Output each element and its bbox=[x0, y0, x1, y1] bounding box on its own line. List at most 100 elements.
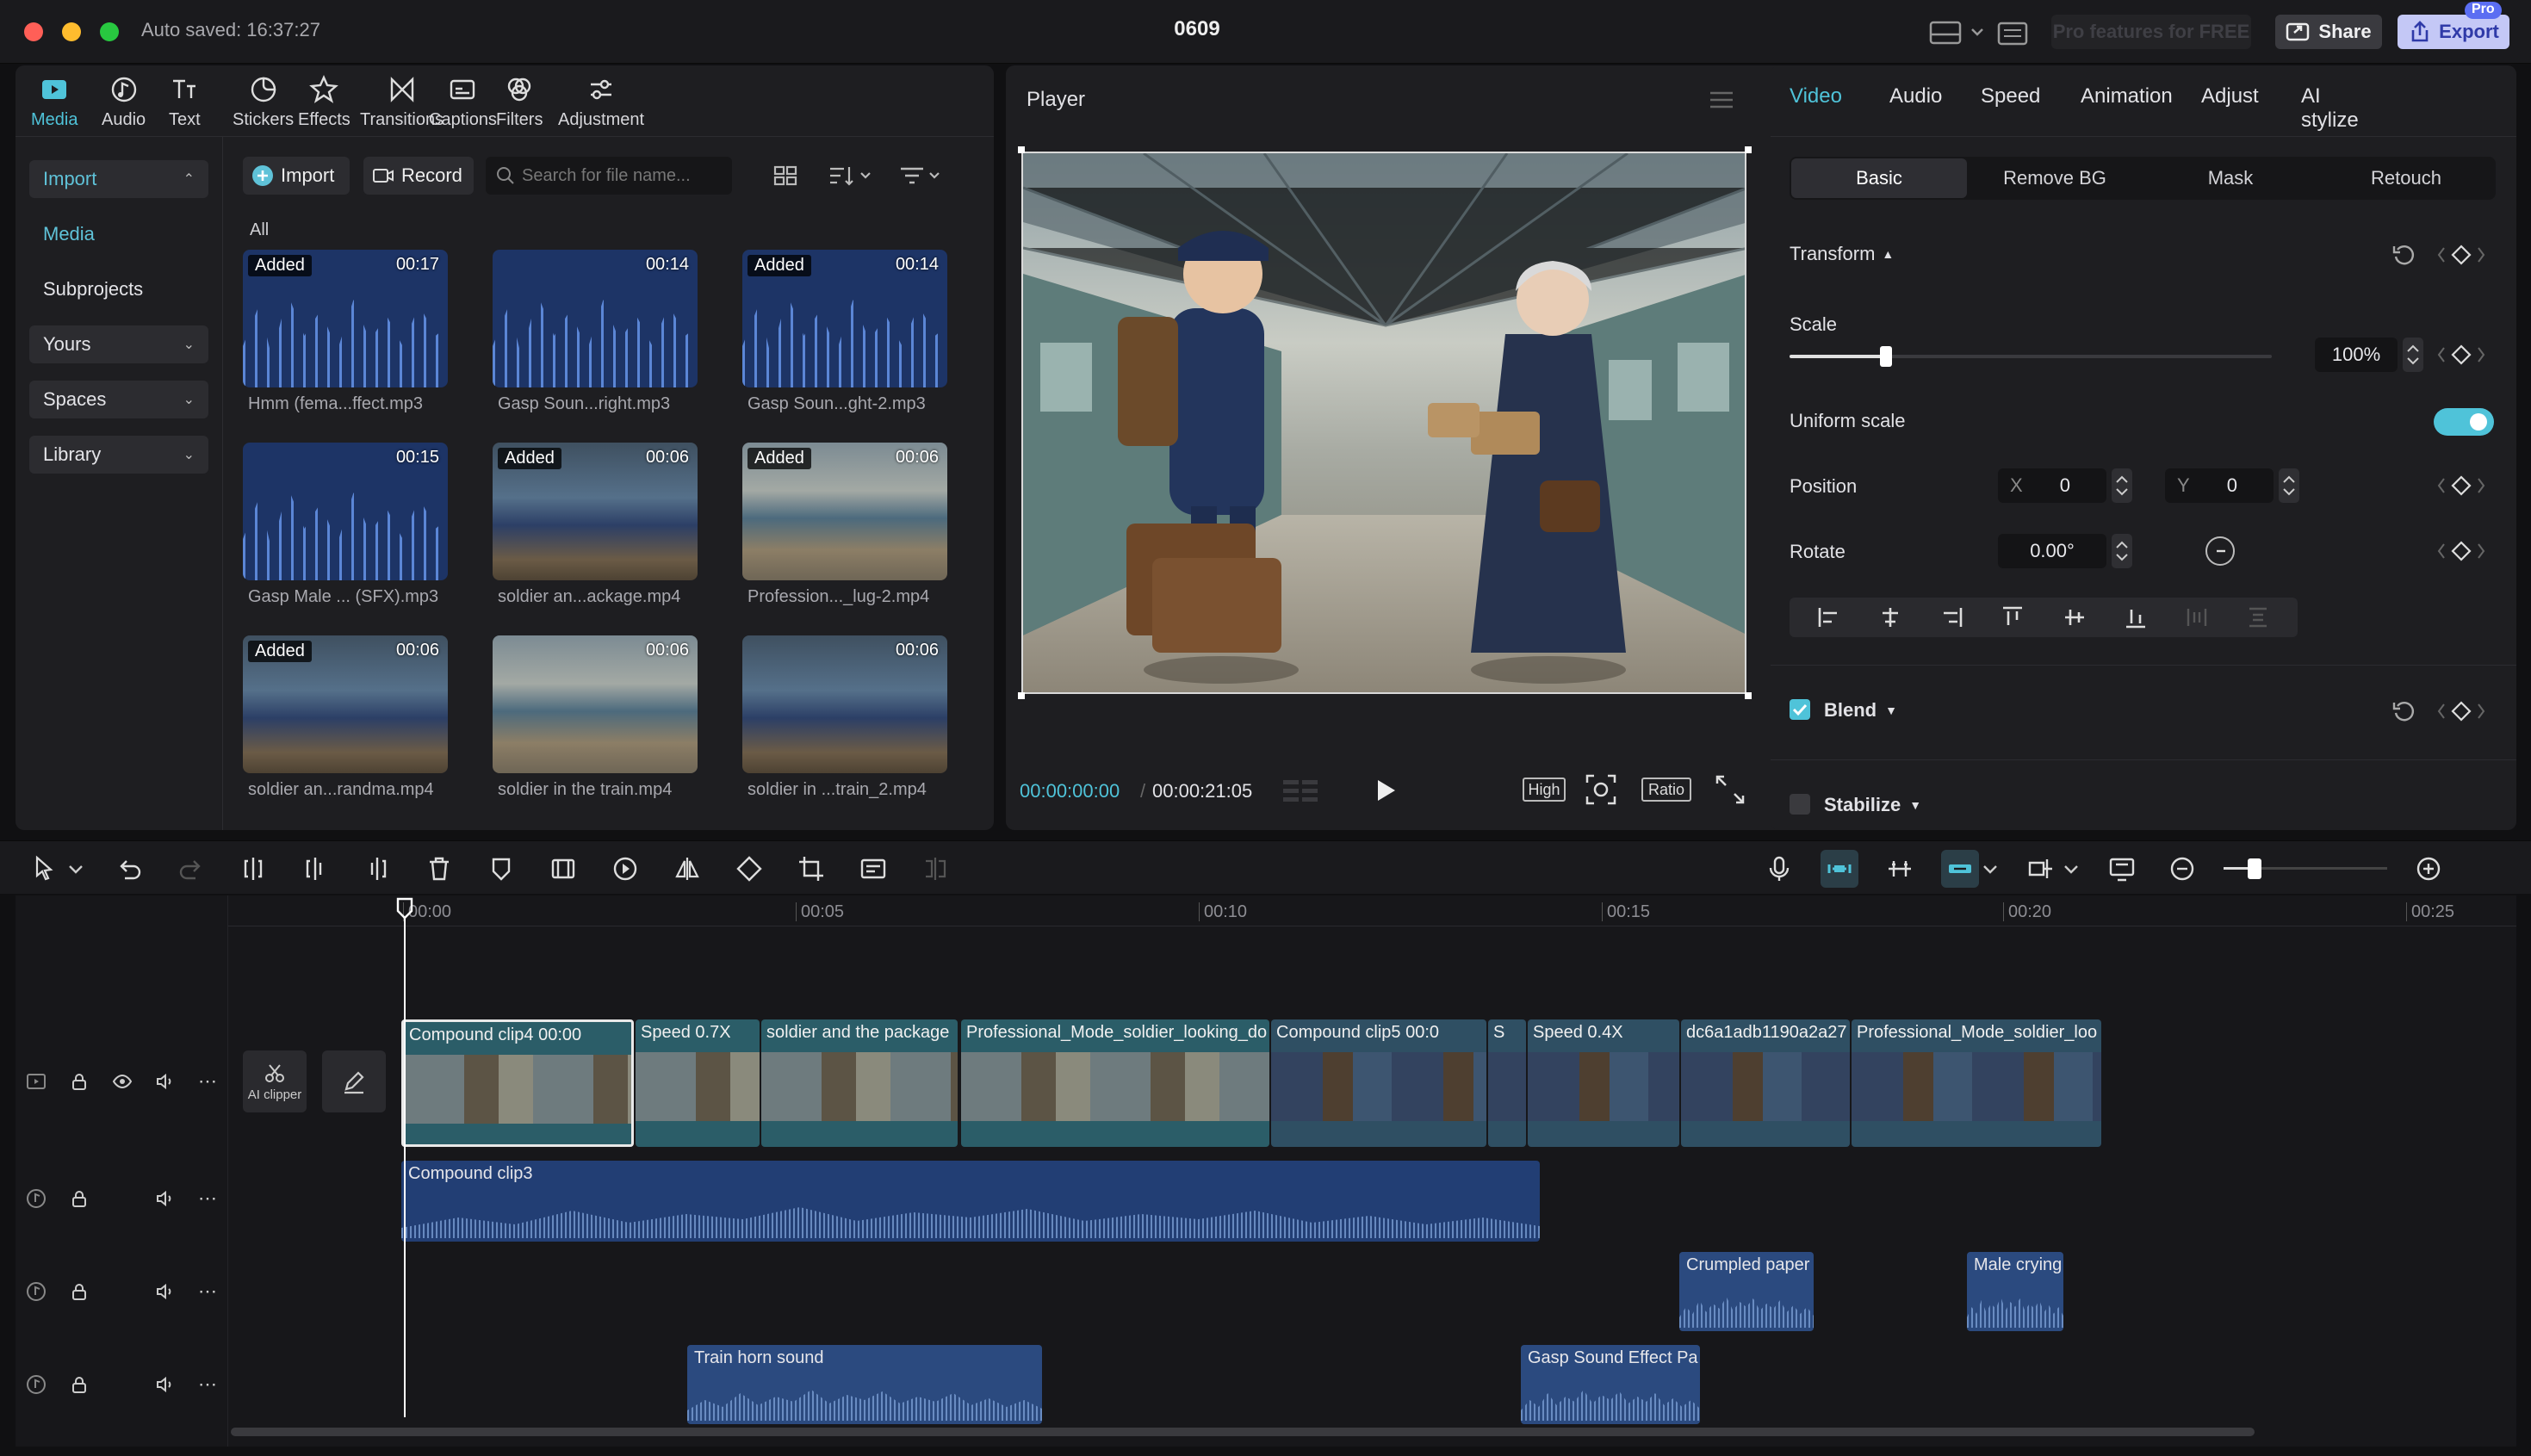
playhead-handle[interactable] bbox=[396, 897, 413, 920]
video-clip[interactable]: dc6a1adb1190a2a27 bbox=[1681, 1019, 1850, 1147]
lock-icon[interactable] bbox=[69, 1374, 90, 1395]
snap-icon[interactable] bbox=[1881, 850, 1919, 888]
tab-stickers[interactable]: Stickers bbox=[233, 74, 294, 130]
zoom-in-icon[interactable] bbox=[2410, 850, 2447, 888]
crop-handle[interactable] bbox=[1745, 146, 1752, 153]
sidebar-import[interactable]: Import ⌃ bbox=[29, 160, 208, 198]
share-button[interactable]: Share bbox=[2275, 15, 2382, 49]
audio-clip[interactable]: Train horn sound bbox=[687, 1345, 1042, 1424]
linkage-icon[interactable] bbox=[1941, 850, 1979, 888]
keyframe-icon[interactable] bbox=[2435, 243, 2487, 267]
align-top-icon[interactable] bbox=[2000, 604, 2025, 630]
sidebar-subprojects[interactable]: Subprojects bbox=[29, 270, 208, 308]
scale-value[interactable]: 100% bbox=[2315, 338, 2398, 372]
tab-effects[interactable]: Effects bbox=[298, 74, 350, 130]
audio-clip[interactable]: Gasp Sound Effect Pa bbox=[1521, 1345, 1700, 1424]
align-center-h-icon[interactable] bbox=[1877, 604, 1903, 630]
align-right-icon[interactable] bbox=[1939, 604, 1964, 630]
mirror-icon[interactable] bbox=[668, 850, 706, 888]
scale-slider[interactable] bbox=[1790, 346, 2272, 367]
video-clip[interactable]: Compound clip4 00:00 bbox=[401, 1019, 634, 1147]
lock-icon[interactable] bbox=[69, 1281, 90, 1302]
rotate-icon[interactable] bbox=[730, 850, 768, 888]
quality-button[interactable]: High bbox=[1523, 778, 1566, 802]
video-clip[interactable]: Speed 0.7X bbox=[636, 1019, 760, 1147]
menu-icon[interactable] bbox=[1707, 88, 1736, 112]
undo-icon[interactable] bbox=[110, 850, 148, 888]
marker-icon[interactable] bbox=[482, 850, 520, 888]
ai-clipper-button[interactable]: AI clipper bbox=[243, 1050, 307, 1112]
sidebar-library[interactable]: Library ⌄ bbox=[29, 436, 208, 474]
volume-icon[interactable] bbox=[155, 1071, 176, 1092]
keyframe-icon[interactable] bbox=[2435, 343, 2487, 367]
filter-icon[interactable] bbox=[897, 160, 949, 191]
reset-icon[interactable] bbox=[2391, 697, 2418, 725]
snapshot-icon[interactable] bbox=[1585, 773, 1617, 806]
reset-icon[interactable] bbox=[2391, 241, 2418, 269]
scale-slider-handle[interactable] bbox=[1880, 346, 1892, 367]
volume-icon[interactable] bbox=[155, 1281, 176, 1302]
inspector-tab-ai-stylize[interactable]: AI stylize bbox=[2301, 84, 2359, 133]
sidebar-yours[interactable]: Yours ⌄ bbox=[29, 325, 208, 363]
media-item[interactable]: 00:06 bbox=[742, 635, 947, 773]
video-clip[interactable]: Professional_Mode_soldier_looking_do bbox=[961, 1019, 1269, 1147]
crop-icon[interactable] bbox=[792, 850, 830, 888]
align-bottom-icon[interactable] bbox=[2123, 604, 2149, 630]
distribute-h-icon[interactable] bbox=[2184, 604, 2210, 630]
zoom-handle[interactable] bbox=[2248, 858, 2261, 879]
delete-icon[interactable] bbox=[420, 850, 458, 888]
volume-icon[interactable] bbox=[155, 1188, 176, 1209]
stepper-icon[interactable] bbox=[2112, 468, 2132, 503]
keyframe-icon[interactable] bbox=[2435, 539, 2487, 563]
fit-screen-icon[interactable] bbox=[2103, 850, 2141, 888]
reverse-icon[interactable] bbox=[606, 850, 644, 888]
timeline-ruler[interactable] bbox=[227, 895, 2516, 926]
video-clip[interactable]: Speed 0.4X bbox=[1528, 1019, 1679, 1147]
media-item[interactable]: 00:06 bbox=[493, 635, 698, 773]
media-item[interactable]: 00:14 bbox=[493, 250, 698, 387]
shortcut-icon[interactable] bbox=[1996, 21, 2031, 46]
eye-icon[interactable] bbox=[112, 1071, 133, 1092]
subtab-retouch[interactable]: Retouch bbox=[2318, 158, 2494, 198]
play-button[interactable] bbox=[1368, 773, 1402, 808]
video-clip[interactable]: Professional_Mode_soldier_loo bbox=[1852, 1019, 2101, 1147]
sort-icon[interactable] bbox=[825, 160, 877, 191]
stepper-icon[interactable] bbox=[2403, 338, 2423, 372]
tab-text[interactable]: Text bbox=[169, 74, 201, 130]
chevron-down-icon[interactable] bbox=[2062, 850, 2081, 888]
chevron-down-icon[interactable] bbox=[65, 850, 86, 888]
video-clip[interactable]: S bbox=[1488, 1019, 1526, 1147]
sidebar-spaces[interactable]: Spaces ⌄ bbox=[29, 381, 208, 418]
fullscreen-icon[interactable] bbox=[1714, 773, 1746, 806]
select-tool-icon[interactable] bbox=[26, 850, 64, 888]
audio-clip[interactable]: Crumpled paper bbox=[1679, 1252, 1814, 1331]
video-clip[interactable]: Compound clip5 00:0 bbox=[1271, 1019, 1486, 1147]
pro-features-button[interactable]: Pro features for FREE bbox=[2051, 15, 2251, 49]
video-preview[interactable] bbox=[1021, 152, 1746, 694]
timeline-grid-icon[interactable] bbox=[1281, 777, 1321, 806]
more-icon[interactable]: ⋯ bbox=[198, 1070, 217, 1093]
inspector-tab-animation[interactable]: Animation bbox=[2081, 84, 2173, 108]
blend-checkbox[interactable] bbox=[1790, 699, 1810, 720]
uniform-scale-toggle[interactable] bbox=[2434, 408, 2494, 436]
subtitle-icon[interactable] bbox=[854, 850, 892, 888]
subtab-remove-bg[interactable]: Remove BG bbox=[1967, 158, 2143, 198]
media-item[interactable]: Added 00:06 bbox=[493, 443, 698, 580]
lock-icon[interactable] bbox=[69, 1071, 90, 1092]
transform-section-toggle[interactable]: Transform ▲ bbox=[1790, 243, 1894, 265]
audio-clip[interactable]: Compound clip3 bbox=[401, 1161, 1540, 1242]
trim-left-icon[interactable] bbox=[296, 850, 334, 888]
subtab-basic[interactable]: Basic bbox=[1791, 158, 1967, 198]
zoom-window-button[interactable] bbox=[100, 22, 119, 41]
rotate-dial-icon[interactable] bbox=[2205, 536, 2236, 567]
export-button[interactable]: Export bbox=[2398, 15, 2509, 49]
distribute-v-icon[interactable] bbox=[2245, 604, 2271, 630]
zoom-slider[interactable] bbox=[2224, 850, 2387, 888]
media-item[interactable]: Added 00:14 bbox=[742, 250, 947, 387]
crop-handle[interactable] bbox=[1745, 692, 1752, 699]
chevron-down-icon[interactable] bbox=[1981, 850, 2000, 888]
inspector-tab-video[interactable]: Video bbox=[1790, 84, 1842, 108]
media-item[interactable]: Added 00:17 bbox=[243, 250, 448, 387]
stepper-icon[interactable] bbox=[2279, 468, 2299, 503]
ratio-button[interactable]: Ratio bbox=[1641, 778, 1691, 802]
